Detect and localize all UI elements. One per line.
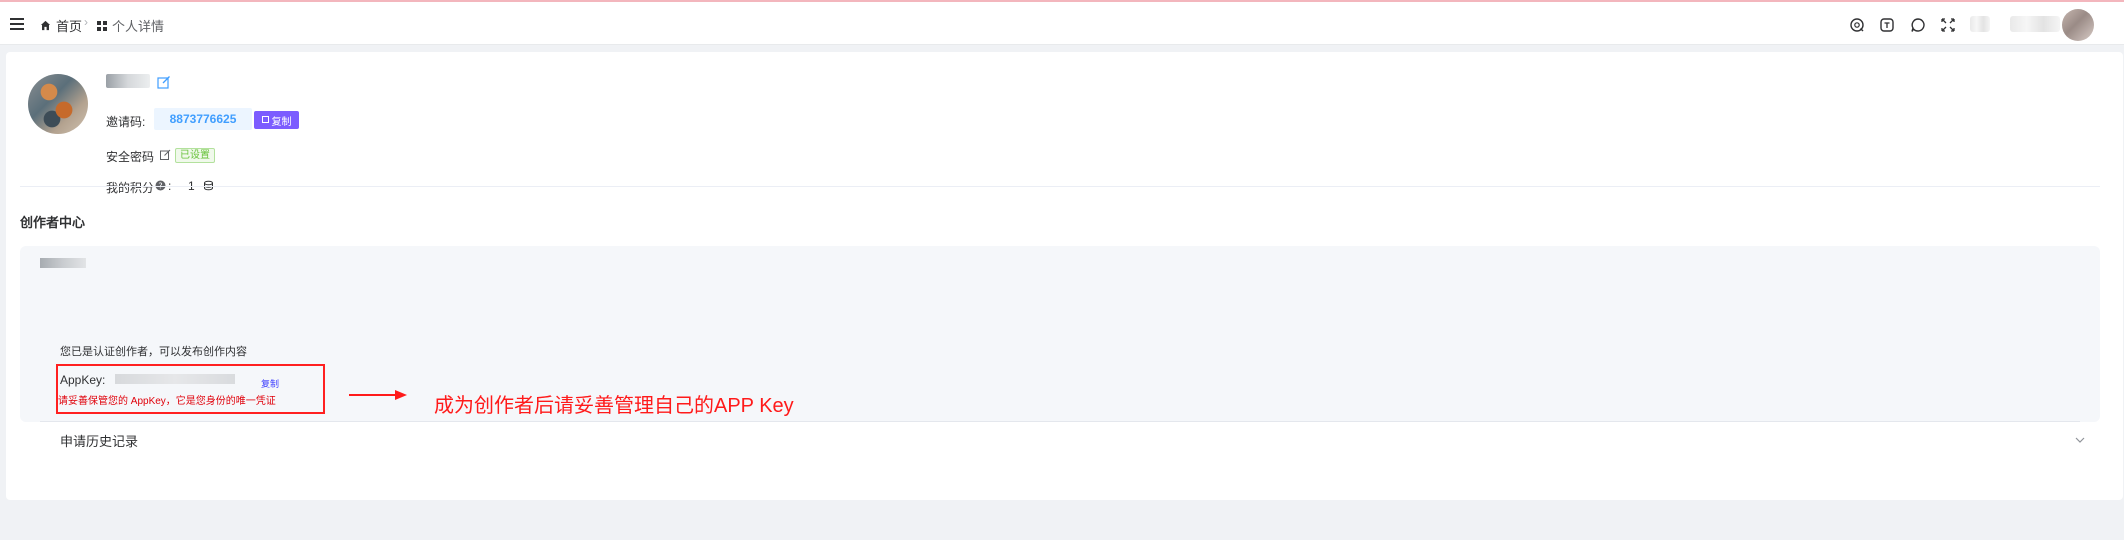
copy-invite-label: 复制 — [271, 116, 292, 128]
user-role-blur — [2010, 16, 2060, 32]
breadcrumb-home-label: 首页 — [56, 19, 83, 34]
invite-code-value: 8873776625 — [154, 108, 252, 130]
fullscreen-icon[interactable] — [1939, 16, 1957, 34]
history-divider — [40, 421, 2080, 422]
security-password-label: 安全密码 — [106, 150, 155, 164]
header-avatar[interactable] — [2062, 9, 2094, 41]
points-label: 我的积分 — [106, 181, 155, 195]
copy-invite-button[interactable]: 复制 — [254, 111, 299, 129]
annotation-highlight-box — [56, 364, 325, 414]
username-blur — [106, 74, 150, 88]
chat-bubble-icon[interactable] — [1909, 16, 1927, 34]
application-history-toggle[interactable]: 申请历史记录 — [60, 431, 138, 450]
security-status-badge: 已设置 — [175, 148, 215, 163]
invite-code-label: 邀请码: — [106, 115, 146, 129]
annotation-arrow-icon — [349, 390, 407, 400]
certified-creator-text: 您已是认证创作者，可以发布创作内容 — [60, 346, 247, 358]
grid-icon — [97, 20, 107, 31]
breadcrumb-current-label: 个人详情 — [112, 19, 165, 34]
edit-username-icon[interactable] — [157, 75, 171, 89]
user-name-blur — [1970, 16, 1990, 32]
breadcrumb-separator-icon: › — [84, 15, 88, 29]
user-avatar[interactable] — [28, 74, 88, 134]
creator-center-title: 创作者中心 — [20, 215, 86, 230]
sticky-note-icon[interactable] — [1878, 16, 1896, 34]
menu-toggle-icon[interactable] — [10, 18, 24, 30]
creator-name-blur — [40, 258, 86, 268]
copy-icon — [261, 116, 269, 123]
section-divider — [20, 186, 2100, 187]
breadcrumb-current: 个人详情 — [97, 16, 164, 35]
creator-info-box — [20, 246, 2100, 422]
breadcrumb-home[interactable]: 首页 — [40, 16, 82, 35]
annotation-text: 成为创作者后请妥善管理自己的APP Key — [434, 395, 794, 417]
home-icon — [40, 20, 51, 31]
chevron-down-icon[interactable] — [2074, 434, 2086, 446]
top-header: 首页 › 个人详情 — [0, 0, 2124, 45]
search-icon[interactable] — [1848, 16, 1866, 34]
edit-security-icon[interactable] — [160, 149, 171, 160]
